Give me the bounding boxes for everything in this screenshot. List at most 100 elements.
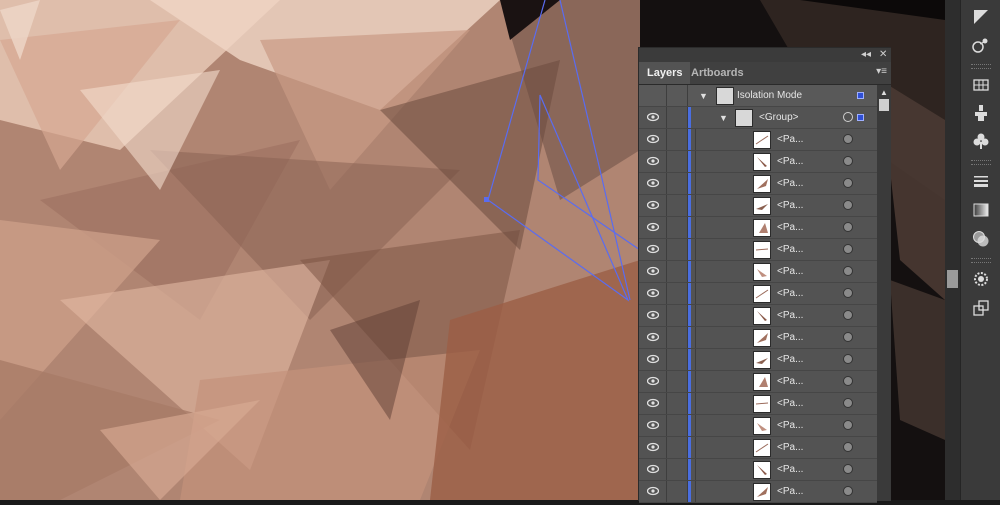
canvas-scroll-thumb[interactable] xyxy=(947,270,958,288)
visibility-toggle[interactable] xyxy=(639,481,667,502)
visibility-toggle[interactable] xyxy=(639,371,667,392)
path-row[interactable]: <Pa... xyxy=(639,393,877,415)
target-icon[interactable] xyxy=(843,464,853,474)
lock-toggle[interactable] xyxy=(666,283,688,304)
dock-grip[interactable] xyxy=(971,64,991,69)
visibility-toggle[interactable] xyxy=(639,459,667,480)
lock-toggle[interactable] xyxy=(666,195,688,216)
target-icon[interactable] xyxy=(843,376,853,386)
lock-toggle[interactable] xyxy=(666,327,688,348)
lock-toggle[interactable] xyxy=(666,85,688,106)
visibility-toggle[interactable] xyxy=(639,239,667,260)
lock-toggle[interactable] xyxy=(666,239,688,260)
target-icon[interactable] xyxy=(843,266,853,276)
path-row[interactable]: <Pa... xyxy=(639,283,877,305)
expand-triangle-icon[interactable]: ▼ xyxy=(719,113,728,123)
lock-toggle[interactable] xyxy=(666,437,688,458)
lock-toggle[interactable] xyxy=(666,393,688,414)
visibility-toggle[interactable] xyxy=(639,173,667,194)
visibility-toggle[interactable] xyxy=(639,85,667,106)
target-icon[interactable] xyxy=(843,178,853,188)
path-row[interactable]: <Pa... xyxy=(639,349,877,371)
path-row[interactable]: <Pa... xyxy=(639,459,877,481)
target-icon[interactable] xyxy=(843,442,853,452)
pathfinder-icon[interactable] xyxy=(969,6,993,28)
target-icon[interactable] xyxy=(843,112,853,122)
path-row[interactable]: <Pa... xyxy=(639,129,877,151)
visibility-toggle[interactable] xyxy=(639,107,667,128)
gradient-icon[interactable] xyxy=(969,199,993,221)
dock-grip[interactable] xyxy=(971,160,991,165)
lock-toggle[interactable] xyxy=(666,151,688,172)
visibility-toggle[interactable] xyxy=(639,283,667,304)
symbols-sprayer-icon[interactable] xyxy=(969,34,993,56)
target-icon[interactable] xyxy=(843,354,853,364)
target-icon[interactable] xyxy=(843,222,853,232)
visibility-toggle[interactable] xyxy=(639,327,667,348)
appearance-icon[interactable] xyxy=(969,268,993,290)
lock-toggle[interactable] xyxy=(666,173,688,194)
lock-toggle[interactable] xyxy=(666,217,688,238)
path-row[interactable]: <Pa... xyxy=(639,261,877,283)
target-icon[interactable] xyxy=(843,288,853,298)
target-icon[interactable] xyxy=(843,420,853,430)
club-symbol-icon[interactable] xyxy=(969,130,993,152)
target-icon[interactable] xyxy=(843,332,853,342)
visibility-toggle[interactable] xyxy=(639,151,667,172)
target-icon[interactable] xyxy=(843,398,853,408)
export-icon[interactable] xyxy=(969,297,993,319)
visibility-toggle[interactable] xyxy=(639,415,667,436)
lock-toggle[interactable] xyxy=(666,305,688,326)
target-icon[interactable] xyxy=(843,310,853,320)
target-icon[interactable] xyxy=(843,134,853,144)
visibility-toggle[interactable] xyxy=(639,129,667,150)
lock-toggle[interactable] xyxy=(666,415,688,436)
group-row[interactable]: ▼ <Group> xyxy=(639,107,877,129)
collapse-panel-button[interactable]: ◂◂ xyxy=(861,48,871,62)
path-row[interactable]: <Pa... xyxy=(639,371,877,393)
isolation-mode-row[interactable]: ▼ Isolation Mode xyxy=(639,85,877,107)
close-panel-button[interactable]: ✕ xyxy=(879,48,887,62)
selection-indicator[interactable] xyxy=(857,114,864,121)
lock-toggle[interactable] xyxy=(666,371,688,392)
path-row[interactable]: <Pa... xyxy=(639,217,877,239)
selection-indicator[interactable] xyxy=(857,92,864,99)
visibility-toggle[interactable] xyxy=(639,349,667,370)
scroll-up-icon[interactable]: ▲ xyxy=(880,88,888,97)
panel-menu-button[interactable]: ▾≡ xyxy=(876,66,887,77)
layers-scrollbar[interactable]: ▲ xyxy=(877,85,891,501)
lock-toggle[interactable] xyxy=(666,107,688,128)
visibility-toggle[interactable] xyxy=(639,393,667,414)
scroll-thumb[interactable] xyxy=(879,99,889,111)
lock-toggle[interactable] xyxy=(666,481,688,502)
path-row[interactable]: <Pa... xyxy=(639,305,877,327)
visibility-toggle[interactable] xyxy=(639,305,667,326)
transparency-icon[interactable] xyxy=(969,228,993,250)
tab-artboards[interactable]: Artboards xyxy=(683,62,752,84)
path-row[interactable]: <Pa... xyxy=(639,415,877,437)
lock-toggle[interactable] xyxy=(666,261,688,282)
visibility-toggle[interactable] xyxy=(639,261,667,282)
lock-toggle[interactable] xyxy=(666,459,688,480)
target-icon[interactable] xyxy=(843,156,853,166)
puppet-icon[interactable] xyxy=(969,102,993,124)
target-icon[interactable] xyxy=(843,244,853,254)
path-row[interactable]: <Pa... xyxy=(639,195,877,217)
path-row[interactable]: <Pa... xyxy=(639,327,877,349)
expand-triangle-icon[interactable]: ▼ xyxy=(699,91,708,101)
dock-grip[interactable] xyxy=(971,258,991,263)
canvas-scrollbar[interactable] xyxy=(945,0,960,500)
panel-title-bar[interactable]: ◂◂ ✕ xyxy=(639,48,891,62)
path-row[interactable]: <Pa... xyxy=(639,173,877,195)
visibility-toggle[interactable] xyxy=(639,195,667,216)
stroke-icon[interactable] xyxy=(969,170,993,192)
visibility-toggle[interactable] xyxy=(639,437,667,458)
grid-icon[interactable] xyxy=(969,74,993,96)
target-icon[interactable] xyxy=(843,486,853,496)
path-row[interactable]: <Pa... xyxy=(639,437,877,459)
lock-toggle[interactable] xyxy=(666,129,688,150)
visibility-toggle[interactable] xyxy=(639,217,667,238)
target-icon[interactable] xyxy=(843,200,853,210)
lock-toggle[interactable] xyxy=(666,349,688,370)
path-row[interactable]: <Pa... xyxy=(639,239,877,261)
